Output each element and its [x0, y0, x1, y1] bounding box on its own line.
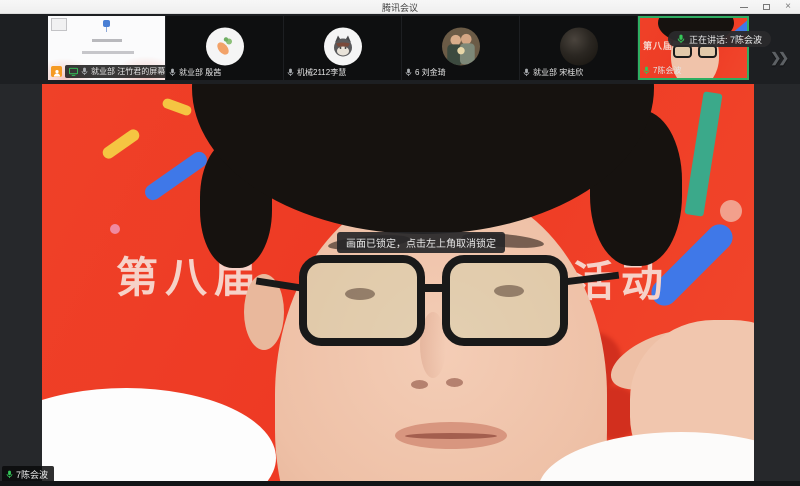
- window-controls: ×: [738, 0, 794, 14]
- close-icon: ×: [785, 2, 791, 12]
- maximize-icon: [763, 4, 770, 10]
- eye: [345, 288, 375, 300]
- mic-muted-icon: [169, 68, 176, 77]
- shared-screen-textline: [82, 51, 134, 54]
- meeting-window: 腾讯会议 ×: [0, 0, 800, 486]
- mic-muted-icon: [287, 68, 294, 77]
- participant-name: 就业部 殷茜: [179, 67, 221, 78]
- speaking-indicator-toast: 正在讲话: 7陈会波: [668, 31, 771, 47]
- mic-muted-icon: [523, 68, 530, 77]
- lip-line: [405, 433, 497, 439]
- mic-active-icon: [6, 470, 13, 479]
- close-button[interactable]: ×: [782, 1, 794, 13]
- main-video[interactable]: 第八届 活动: [42, 84, 754, 481]
- glasses-lens: [299, 255, 425, 346]
- nostril: [411, 380, 428, 389]
- participant-name: 就业部 汪竹君的屏幕共享: [91, 66, 165, 77]
- participant-label: 机械2112李慧: [287, 67, 346, 78]
- screen-share-icon: [69, 67, 78, 76]
- participant-label: 就业部 殷茜: [169, 67, 221, 78]
- carrot-avatar: [206, 27, 244, 65]
- glasses-bridge: [423, 284, 444, 292]
- title-bar: 腾讯会议 ×: [0, 0, 800, 14]
- deco-teal-bar: [684, 91, 722, 216]
- mic-muted-icon: [81, 67, 88, 76]
- window-title: 腾讯会议: [0, 1, 800, 14]
- main-video-name: 7陈会波: [16, 468, 48, 481]
- photo-avatar: [442, 27, 480, 65]
- mic-active-icon: [643, 66, 650, 75]
- mic-muted-icon: [405, 68, 412, 77]
- thumbnail-participant[interactable]: 就业部 殷茜: [166, 16, 283, 80]
- clothing: [42, 388, 276, 481]
- cat-avatar: [324, 27, 362, 65]
- participant-name: 就业部 宋桂欣: [533, 67, 583, 78]
- minimize-button[interactable]: [738, 1, 750, 13]
- thumbnail-active-speaker[interactable]: 第八届 7陈会波: [638, 16, 749, 80]
- speaking-indicator-text: 正在讲话: 7陈会波: [689, 33, 762, 46]
- participant-name: 7陈会波: [653, 65, 681, 76]
- deco-pink-dot: [110, 224, 120, 234]
- glasses-lens: [442, 255, 568, 346]
- presenter-icon: [51, 66, 62, 77]
- deco-yellow-ribbon: [100, 127, 141, 161]
- minimize-icon: [740, 7, 748, 8]
- thumbnail-row: 就业部 汪竹君的屏幕共享 就业部 殷茜: [48, 16, 749, 80]
- shared-screen-logo: [103, 20, 110, 27]
- shared-screen-logo-stem: [106, 27, 107, 32]
- thumbnail-participant[interactable]: 6 刘金琦: [402, 16, 519, 80]
- participant-filmstrip: 就业部 汪竹君的屏幕共享 就业部 殷茜: [0, 14, 800, 84]
- participant-label: 7陈会波: [643, 65, 681, 76]
- participant-name-pill: 就业部 汪竹君的屏幕共享: [65, 65, 165, 78]
- main-stage: 第八届 活动 画: [0, 84, 800, 486]
- thumbnail-participant[interactable]: 机械2112李慧: [284, 16, 401, 80]
- eye: [494, 285, 524, 297]
- nostril: [446, 378, 463, 387]
- deco-yellow-ribbon: [161, 97, 193, 117]
- thumbnail-participant[interactable]: 就业部 宋桂欣: [520, 16, 637, 80]
- participant-label: 6 刘金琦: [405, 67, 446, 78]
- deco-pink-dot: [720, 200, 742, 222]
- dark-photo-avatar: [560, 27, 598, 65]
- window-bottom-edge: [0, 481, 800, 486]
- shared-screen-textline: [92, 39, 122, 42]
- participant-name: 机械2112李慧: [297, 67, 346, 78]
- view-locked-toast: 画面已锁定，点击左上角取消锁定: [337, 232, 505, 253]
- participant-label: 就业部 汪竹君的屏幕共享: [51, 65, 165, 78]
- participant-name: 6 刘金琦: [415, 67, 446, 78]
- shared-screen-panel: [51, 18, 67, 31]
- thumbnail-screen-share[interactable]: 就业部 汪竹君的屏幕共享: [48, 16, 165, 80]
- more-participants-arrow-icon[interactable]: ❯❯: [770, 50, 786, 66]
- maximize-button[interactable]: [760, 1, 772, 13]
- participant-label: 就业部 宋桂欣: [523, 67, 583, 78]
- mic-active-icon: [677, 34, 685, 44]
